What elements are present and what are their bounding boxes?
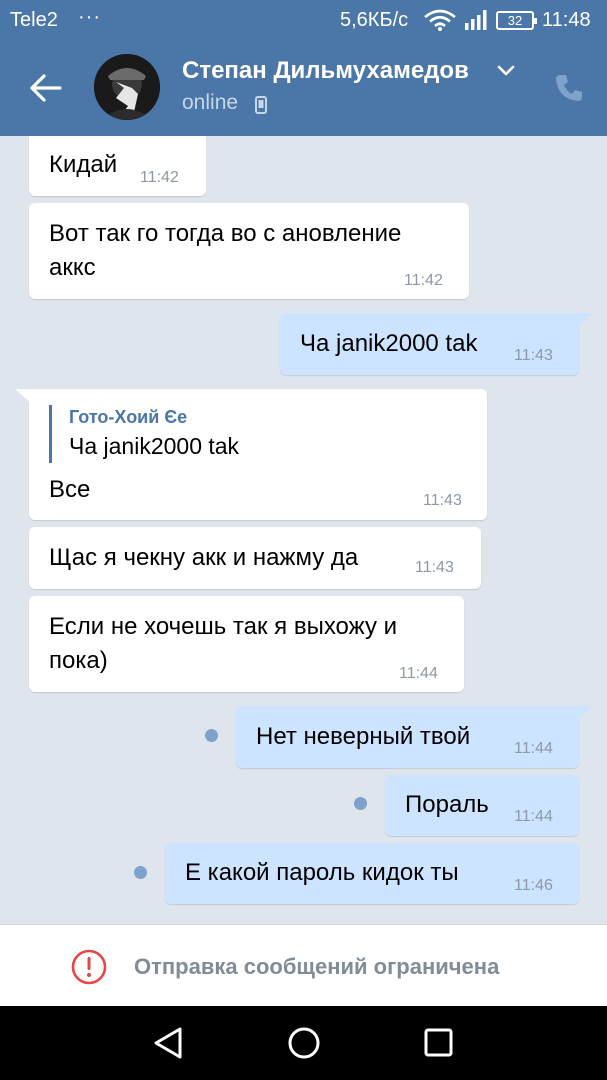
battery-icon: 32 (496, 11, 537, 30)
message-time: 11:42 (404, 272, 443, 289)
unread-indicator (134, 866, 147, 879)
message-outgoing[interactable]: Нет неверный твой 11:44 (236, 706, 593, 768)
message-text-line: аккс (49, 254, 96, 281)
message-time: 11:44 (514, 808, 553, 825)
message-time: 11:43 (514, 347, 553, 364)
message-text: Пораль (405, 791, 489, 818)
message-incoming[interactable]: Вот так го тогда во с ановление аккс 11:… (29, 203, 469, 299)
message-text: Кидай (49, 151, 118, 178)
avatar[interactable] (94, 54, 160, 120)
unread-indicator (205, 729, 218, 742)
carrier-name: Tele2 (10, 9, 58, 31)
message-outgoing[interactable]: Е какой пароль кидок ты 11:46 (165, 843, 579, 904)
android-navigation-bar (0, 1006, 607, 1080)
chevron-down-icon[interactable] (497, 65, 515, 77)
message-list[interactable]: Кидай 11:42 Вот так го тогда во с ановле… (0, 136, 607, 924)
reply-quote[interactable]: Гото-Хоий Єе Ча janik2000 tak (49, 405, 239, 463)
message-time: 11:46 (514, 877, 553, 894)
message-text: Ча janik2000 tak (300, 330, 478, 357)
bubble-tail (15, 389, 31, 403)
contact-name[interactable]: Степан Дильмухамедов (182, 57, 469, 85)
bubble-tail (577, 313, 593, 327)
reply-author: Гото-Хоий Єе (69, 407, 188, 427)
message-outgoing[interactable]: Пораль 11:44 (385, 775, 579, 836)
message-time: 11:42 (140, 169, 179, 186)
signal-icon (465, 10, 487, 30)
message-incoming[interactable]: Кидай 11:42 (29, 136, 206, 196)
nav-home-icon[interactable] (285, 1024, 323, 1062)
restriction-text: Отправка сообщений ограничена (134, 954, 500, 979)
clock: 11:48 (542, 9, 591, 31)
chat-header: Степан Дильмухамедов online (0, 40, 607, 136)
nav-recent-apps-icon[interactable] (422, 1026, 456, 1060)
message-incoming[interactable]: Если не хочешь так я выхожу и пока) 11:4… (29, 596, 464, 692)
message-text: Щас я чекну акк и нажму да (49, 544, 359, 571)
more-notifications-icon: ··· (78, 6, 101, 28)
message-text-line: Если не хочешь так я выхожу и (49, 613, 398, 640)
back-button[interactable] (20, 66, 68, 110)
message-incoming[interactable]: Щас я чекну акк и нажму да 11:43 (29, 527, 481, 589)
nav-back-icon[interactable] (148, 1023, 188, 1063)
call-button[interactable] (549, 68, 589, 108)
avatar-image (94, 54, 160, 120)
reply-text: Ча janik2000 tak (69, 433, 240, 459)
message-text-line: Вот так го тогда во с ановление (49, 220, 402, 247)
message-time: 11:44 (514, 740, 553, 757)
message-time: 11:43 (423, 492, 462, 509)
unread-indicator (354, 797, 367, 810)
mobile-phone-icon (255, 96, 267, 114)
call-icon (556, 75, 582, 101)
wifi-icon (424, 9, 456, 31)
restriction-banner: Отправка сообщений ограничена (0, 924, 607, 1006)
bubble-tail (577, 706, 593, 720)
status-bar: Tele2 ··· 5,6КБ/с 32 11:48 (0, 0, 607, 40)
message-time: 11:44 (399, 665, 438, 682)
message-incoming-reply[interactable]: Гото-Хоий Єе Ча janik2000 tak Все 11:43 (15, 389, 487, 520)
message-text: Все (49, 476, 91, 503)
message-text: Е какой пароль кидок ты (185, 859, 459, 886)
contact-status: online (182, 91, 239, 114)
message-text-line: пока) (49, 647, 108, 674)
message-time: 11:43 (415, 559, 454, 576)
message-outgoing[interactable]: Ча janik2000 tak 11:43 (280, 313, 593, 375)
message-text: Нет неверный твой (256, 723, 471, 750)
network-speed: 5,6КБ/с (340, 9, 409, 31)
alert-circle-icon (71, 949, 107, 985)
back-arrow-icon (30, 74, 62, 102)
chat-screen: Tele2 ··· 5,6КБ/с 32 11:48 Степан Дильму… (0, 0, 607, 1080)
